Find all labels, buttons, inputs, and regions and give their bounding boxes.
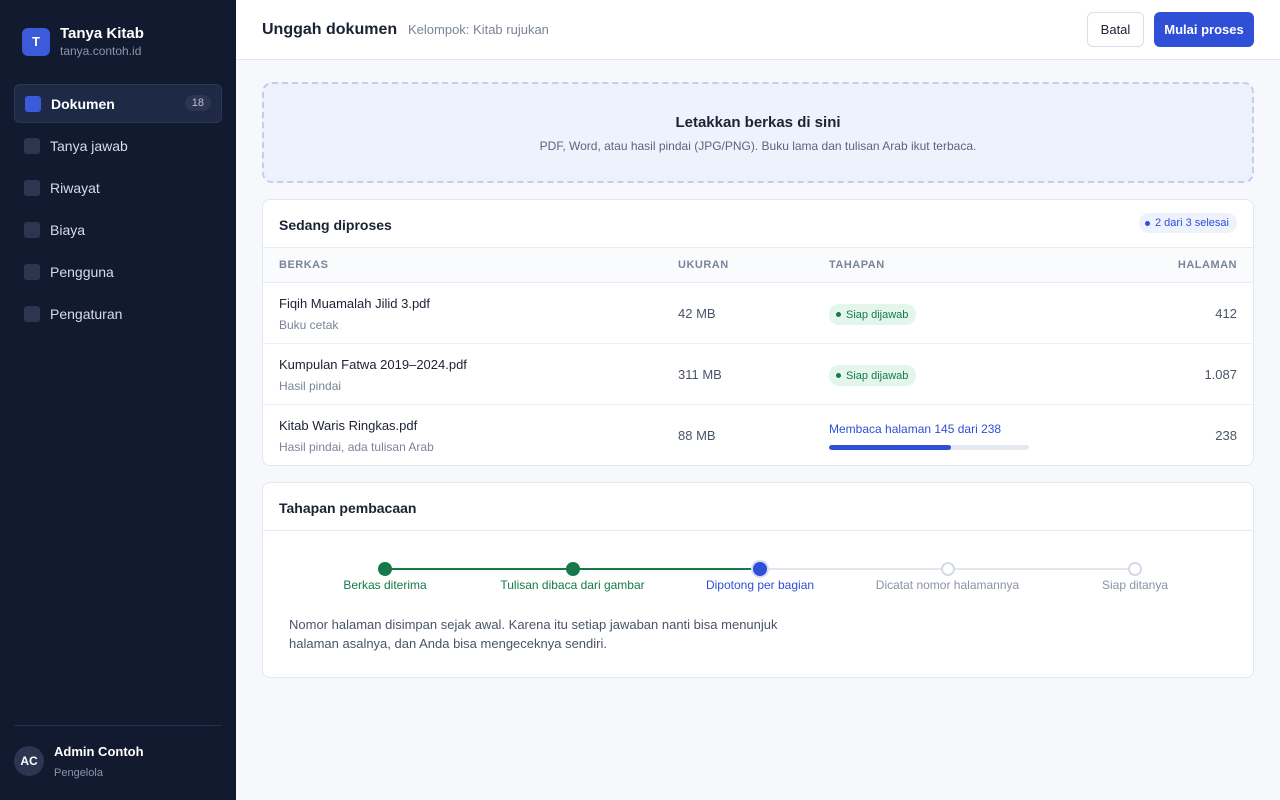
- ready-dot-icon: [836, 373, 841, 378]
- column-header-stage: TAHAPAN: [829, 259, 885, 271]
- cancel-button[interactable]: Batal: [1087, 12, 1144, 47]
- document-count-badge: 18: [184, 95, 211, 111]
- column-header-pages: HALAMAN: [1177, 259, 1237, 271]
- step-dot-icon: [1128, 562, 1142, 576]
- step-label: Dipotong per bagian: [705, 578, 815, 592]
- table-row[interactable]: Kumpulan Fatwa 2019–2024.pdf Hasil pinda…: [263, 344, 1253, 405]
- sidebar-item-pengguna[interactable]: Pengguna: [14, 252, 222, 291]
- settings-icon: [24, 305, 40, 322]
- stage-badge: Siap dijawab: [829, 304, 917, 325]
- step-label: Berkas diterima: [343, 578, 427, 592]
- progress-bar: [829, 445, 1029, 450]
- column-header-size: UKURAN: [678, 259, 729, 271]
- file-note: Buku cetak: [279, 318, 339, 332]
- sidebar-item-dokumen[interactable]: Dokumen 18: [14, 84, 222, 123]
- table-row[interactable]: Kitab Waris Ringkas.pdf Hasil pindai, ad…: [263, 405, 1253, 466]
- step-connector: [760, 568, 948, 570]
- user-profile[interactable]: AC Admin Contoh Pengelola: [14, 725, 222, 779]
- user-name: Admin Contoh: [54, 744, 144, 759]
- stage-badge: Siap dijawab: [829, 365, 917, 386]
- document-icon: [25, 95, 41, 112]
- table-header: BERKAS UKURAN TAHAPAN HALAMAN: [263, 247, 1253, 283]
- brand-domain: tanya.contoh.id: [60, 44, 142, 58]
- step-dot-icon: [753, 562, 767, 576]
- status-badge-label: 2 dari 3 selesai: [1155, 217, 1229, 229]
- step-label: Dicatat nomor halamannya: [875, 578, 1020, 592]
- dropzone-subtitle: PDF, Word, atau hasil pindai (JPG/PNG). …: [539, 139, 977, 153]
- file-name: Kitab Waris Ringkas.pdf: [279, 418, 418, 433]
- page-count: 412: [1215, 306, 1237, 321]
- brand-logo: T: [22, 27, 50, 56]
- start-process-button[interactable]: Mulai proses: [1154, 12, 1254, 47]
- brand[interactable]: T Tanya Kitab tanya.contoh.id: [22, 25, 144, 58]
- step-connector: [572, 568, 760, 570]
- history-icon: [24, 179, 40, 196]
- processing-title: Sedang diproses: [279, 217, 392, 233]
- stepper: Berkas diterima Tulisan dibaca dari gamba…: [263, 483, 1253, 613]
- sidebar-item-label: Pengguna: [50, 263, 114, 280]
- stages-note: Nomor halaman disimpan sejak awal. Karen…: [289, 617, 778, 651]
- sidebar-item-biaya[interactable]: Biaya: [14, 210, 222, 249]
- step-dot-icon: [940, 562, 955, 576]
- file-name: Kumpulan Fatwa 2019–2024.pdf: [279, 357, 467, 372]
- chat-icon: [24, 137, 40, 154]
- table-row[interactable]: Fiqih Muamalah Jilid 3.pdf Buku cetak 42…: [263, 283, 1253, 344]
- page-header: Unggah dokumen Kelompok: Kitab rujukan B…: [236, 0, 1280, 60]
- sidebar-item-tanya-jawab[interactable]: Tanya jawab: [14, 126, 222, 165]
- sidebar-item-label: Tanya jawab: [50, 137, 128, 154]
- page-title: Unggah dokumen: [262, 21, 398, 38]
- ready-dot-icon: [836, 312, 841, 317]
- file-size: 88 MB: [678, 428, 716, 443]
- step-label: Tulisan dibaca dari gambar: [500, 578, 645, 592]
- avatar: AC: [14, 746, 44, 776]
- step-connector: [947, 568, 1135, 570]
- column-header-file: BERKAS: [279, 259, 329, 271]
- step-label: Siap ditanya: [1101, 578, 1169, 592]
- users-icon: [24, 263, 40, 280]
- file-size: 311 MB: [678, 367, 722, 382]
- brand-name: Tanya Kitab: [60, 25, 144, 42]
- sidebar: T Tanya Kitab tanya.contoh.id Dokumen 18…: [0, 0, 236, 800]
- sidebar-item-label: Biaya: [50, 221, 86, 238]
- sidebar-nav: Dokumen 18 Tanya jawab Riwayat Biaya Pen…: [14, 84, 222, 336]
- file-note: Hasil pindai, ada tulisan Arab: [279, 440, 434, 454]
- sidebar-item-label: Riwayat: [50, 179, 100, 196]
- stage-badge-label: Siap dijawab: [846, 369, 909, 382]
- step-dot-icon: [378, 562, 392, 576]
- status-dot-icon: [1145, 220, 1150, 226]
- stage-badge-label: Siap dijawab: [846, 308, 909, 321]
- status-badge: 2 dari 3 selesai: [1139, 213, 1237, 233]
- file-size: 42 MB: [678, 306, 716, 321]
- file-note: Hasil pindai: [279, 379, 342, 393]
- step-dot-icon: [565, 562, 580, 576]
- dropzone-title: Letakkan berkas di sini: [675, 114, 841, 131]
- progress-label: Membaca halaman 145 dari 238: [829, 422, 1002, 436]
- processing-card: Sedang diproses 2 dari 3 selesai BERKAS …: [262, 199, 1254, 466]
- sidebar-item-pengaturan[interactable]: Pengaturan: [14, 294, 222, 333]
- billing-icon: [24, 221, 40, 238]
- sidebar-item-label: Pengaturan: [50, 305, 123, 322]
- sidebar-item-label: Dokumen: [51, 95, 115, 112]
- sidebar-item-riwayat[interactable]: Riwayat: [14, 168, 222, 207]
- page-count: 238: [1215, 428, 1237, 443]
- progress-bar-fill: [829, 445, 951, 450]
- page-count: 1.087: [1204, 367, 1237, 382]
- reading-stages-card: Tahapan pembacaan Berkas diterima Tulisan…: [262, 482, 1254, 678]
- file-name: Fiqih Muamalah Jilid 3.pdf: [279, 296, 431, 311]
- page-subtitle: Kelompok: Kitab rujukan: [408, 22, 549, 37]
- step-connector: [385, 568, 573, 570]
- file-dropzone[interactable]: Letakkan berkas di sini PDF, Word, atau …: [262, 82, 1254, 183]
- user-role: Pengelola: [54, 767, 103, 779]
